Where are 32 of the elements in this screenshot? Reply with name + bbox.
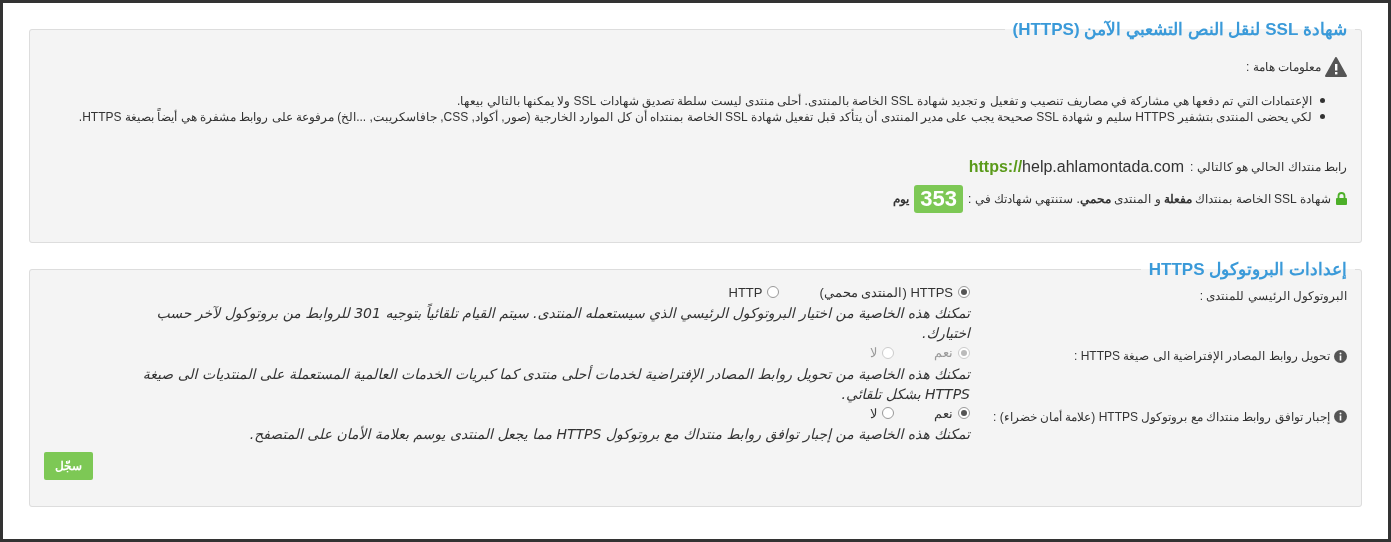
forum-url: https://help.ahlamontada.com: [968, 156, 1184, 177]
notice-label: معلومات هامة :: [1246, 58, 1321, 76]
radio-option[interactable]: نعم: [934, 403, 970, 423]
setting-description: تمكنك هذه الخاصية من اختيار البروتوكول الرئيسي الذي سيستعمله المنتدى. سيتم القيام تلقائياً بتوجيه 301 للروابط من بروتوكول لآخر حسب اختيارك.: [155, 303, 970, 343]
lock-icon: [1336, 192, 1347, 205]
radio-button[interactable]: [767, 286, 780, 299]
option-label[interactable]: لا: [870, 403, 877, 423]
panel-title: إعدادات البروتوكول HTTPS: [1147, 259, 1348, 282]
setting-label: إجبار توافق روابط منتداك مع بروتوكول HTTPS (علامة أمان خضراء) :: [992, 408, 1330, 426]
radio-button[interactable]: [958, 407, 970, 420]
status-text: شهادة SSL الخاصة بمنتداك مفعلة و المنتدى محمي. ستنتهي شهادتك في :: [967, 190, 1331, 208]
setting-label: البروتوكول الرئيسي للمنتدى :: [1199, 287, 1347, 305]
days-unit: يوم: [893, 190, 910, 208]
setting-label: تحويل روابط المصادر الإفتراضية الى صيغة HTTPS :: [1073, 348, 1330, 365]
setting-description: تمكنك هذه الخاصية من إجبار توافق روابط منتداك مع بروتوكول HTTPS مما يجعل المنتدى يوسم بعلامة الأمان على المتصفح.: [248, 424, 970, 444]
panel-title: شهادة SSL لنقل النص التشعبي الآمن (HTTPS): [1011, 19, 1348, 42]
setting-description: تمكنك هذه الخاصية من تحويل روابط المصادر الإفتراضية لخدمات أحلى منتدى كما كبريات الخدمات العالمية المستعملة على المنتديات الى صيغة HTTPS بشكل تلقائي.: [141, 364, 970, 404]
info-icon: [1334, 349, 1347, 363]
warning-icon: [1325, 56, 1347, 77]
bullet-icon: [1320, 114, 1325, 119]
radio-option[interactable]: HTTP: [728, 282, 780, 302]
option-label[interactable]: نعم: [934, 403, 953, 423]
url-label: رابط منتداك الحالي هو كالتالي :: [1190, 158, 1347, 176]
days-badge: 353: [914, 184, 963, 213]
radio-button[interactable]: [882, 407, 894, 420]
info-icon: [1334, 410, 1347, 423]
note-text: الإعتمادات التي تم دفعها هي مشاركة في مصاريف تنصيب و تفعيل و تجديد شهادة SSL الخاصة بالمنتدى. أحلى منتدى ليست سلطة تصديق شهادات SSL ولا يمكنها بالتالي بيعها.: [456, 92, 1312, 108]
bullet-icon: [1320, 98, 1325, 103]
radio-option[interactable]: لا: [870, 403, 894, 423]
note-text: لكي يحضى المنتدى بتشفير HTTPS سليم و شهادة SSL صحيحة يجب على مدير المنتدى أن يتأكد قبل تفعيل شهادة SSL الخاصة بمنتداه أن كل الموارد الخارجية (صور, أكواد, CSS, جافاسكريبت, ...الخ) مرفوعة على روابط مشفرة هي أيضاً بصيغة HTTPS.: [78, 108, 1312, 125]
radio-button[interactable]: [958, 286, 970, 299]
option-label[interactable]: HTTP: [728, 282, 763, 302]
